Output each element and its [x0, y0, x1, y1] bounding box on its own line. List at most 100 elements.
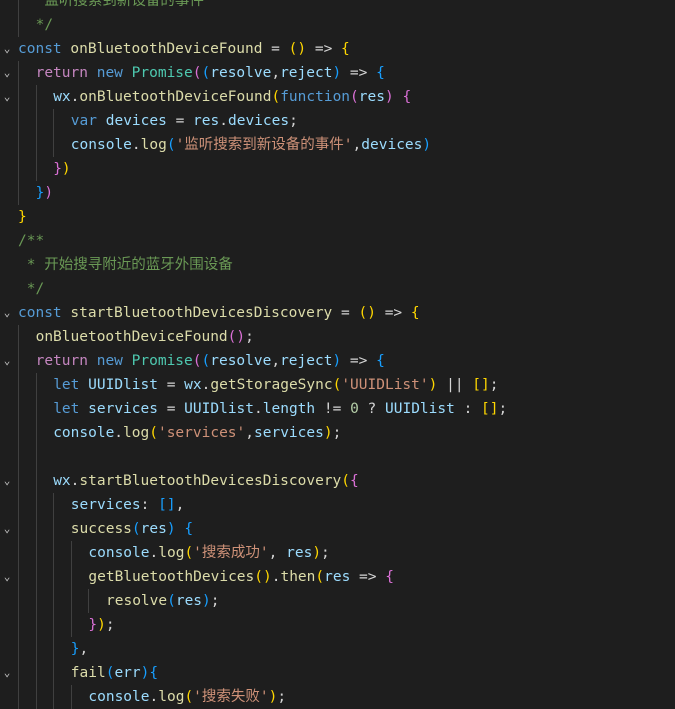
indent-guide	[18, 661, 19, 685]
code-token: let	[53, 377, 80, 393]
indent-guide	[18, 85, 19, 109]
code-token: devices	[361, 137, 423, 153]
code-line[interactable]: resolve(res);	[0, 589, 675, 613]
code-line[interactable]: })	[0, 181, 675, 205]
code-text: },	[71, 637, 88, 661]
code-line[interactable]: onBluetoothDeviceFound();	[0, 325, 675, 349]
code-text: wx.startBluetoothDevicesDiscovery({	[53, 469, 359, 493]
code-line[interactable]: ⌄ wx.startBluetoothDevicesDiscovery({	[0, 469, 675, 493]
code-line[interactable]: */	[0, 13, 675, 37]
code-token: ,	[268, 545, 287, 561]
code-token: (	[201, 65, 211, 81]
code-line[interactable]	[0, 445, 675, 469]
indent-guide	[53, 661, 55, 685]
code-line[interactable]: 监听搜索到新设备的事件	[0, 0, 675, 13]
code-token: )	[44, 185, 54, 201]
code-line[interactable]: * 开始搜寻附近的蓝牙外围设备	[0, 253, 675, 277]
code-token: (	[184, 689, 194, 705]
fold-chevron-icon[interactable]: ⌄	[0, 349, 14, 373]
indent-guide	[18, 637, 19, 661]
fold-chevron-icon[interactable]: ⌄	[0, 661, 14, 685]
code-token: =>	[375, 305, 411, 321]
code-line[interactable]: }	[0, 205, 675, 229]
code-line[interactable]: */	[0, 277, 675, 301]
indent-guide	[53, 613, 55, 637]
code-token: ;	[332, 425, 342, 441]
fold-chevron-icon[interactable]: ⌄	[0, 517, 14, 541]
code-token: function	[280, 89, 351, 105]
code-line[interactable]: ⌄ wx.onBluetoothDeviceFound(function(res)…	[0, 85, 675, 109]
fold-chevron-icon[interactable]: ⌄	[0, 85, 14, 109]
indent-guide	[18, 373, 19, 397]
fold-chevron-icon[interactable]: ⌄	[0, 61, 14, 85]
code-line[interactable]: });	[0, 613, 675, 637]
fold-chevron-icon[interactable]: ⌄	[0, 565, 14, 589]
code-text: let services = UUIDlist.length != 0 ? UU…	[53, 397, 507, 421]
fold-chevron-icon[interactable]: ⌄	[0, 301, 14, 325]
code-token: }	[18, 209, 27, 225]
indent-guide	[18, 13, 19, 37]
indent-guide	[18, 469, 19, 493]
indent-guide	[18, 589, 19, 613]
code-token: {	[410, 305, 420, 321]
indent-guide	[18, 133, 19, 157]
code-token: onBluetoothDeviceFound	[35, 329, 228, 345]
code-line[interactable]: ⌄ const onBluetoothDeviceFound = () => {	[0, 37, 675, 61]
code-line[interactable]: })	[0, 157, 675, 181]
code-token: .	[254, 401, 263, 417]
code-line[interactable]: console.log('搜索失败');	[0, 685, 675, 709]
code-token: )	[422, 137, 432, 153]
code-line[interactable]: let services = UUIDlist.length != 0 ? UU…	[0, 397, 675, 421]
code-line[interactable]: ⌄ return new Promise((resolve,reject) => …	[0, 349, 675, 373]
code-token: ;	[498, 401, 508, 417]
code-text: return new Promise((resolve,reject) => {	[36, 349, 385, 373]
code-line[interactable]: ⌄ getBluetoothDevices().then(res => {	[0, 565, 675, 589]
code-token: {	[385, 569, 394, 585]
code-token: new	[96, 65, 123, 81]
code-editor[interactable]: 监听搜索到新设备的事件 */⌄ const onBluetoothDeviceFou…	[0, 0, 675, 709]
code-token: (	[166, 137, 176, 153]
indent-guide	[70, 685, 72, 709]
code-token: .	[114, 425, 124, 441]
code-token: }	[53, 161, 62, 177]
indent-guide	[18, 445, 19, 469]
code-token: (	[201, 353, 211, 369]
code-text: onBluetoothDeviceFound();	[36, 325, 254, 349]
code-token: then	[280, 569, 316, 585]
fold-chevron-icon[interactable]: ⌄	[0, 37, 14, 61]
fold-chevron-icon[interactable]: ⌄	[0, 469, 14, 493]
code-token: console	[53, 425, 115, 441]
code-token: ,	[271, 65, 281, 81]
code-token: =	[166, 113, 194, 129]
code-token: wx	[53, 473, 71, 489]
code-token: ,	[175, 497, 185, 513]
code-line[interactable]: },	[0, 637, 675, 661]
code-token: .	[131, 137, 141, 153]
code-token: =>	[341, 65, 377, 81]
code-token: )	[97, 617, 106, 633]
code-line[interactable]: services: [],	[0, 493, 675, 517]
code-line[interactable]: console.log('搜索成功', res);	[0, 541, 675, 565]
code-token: ?	[358, 401, 385, 417]
code-line[interactable]: console.log('services',services);	[0, 421, 675, 445]
code-line[interactable]: /**	[0, 229, 675, 253]
code-token: )	[166, 521, 176, 537]
code-text: services: [],	[71, 493, 185, 517]
code-token: log	[158, 545, 185, 561]
code-token: (	[149, 425, 158, 441]
code-text: getBluetoothDevices().then(res => {	[88, 565, 394, 589]
code-token: return	[35, 353, 88, 369]
code-token: )	[332, 353, 342, 369]
code-line[interactable]: let UUIDlist = wx.getStorageSync('UUIDLi…	[0, 373, 675, 397]
code-line[interactable]: ⌄ return new Promise((resolve,reject) => …	[0, 61, 675, 85]
code-line[interactable]: var devices = res.devices;	[0, 109, 675, 133]
code-line[interactable]: console.log('监听搜索到新设备的事件',devices)	[0, 133, 675, 157]
code-line[interactable]: ⌄ success(res) {	[0, 517, 675, 541]
code-line[interactable]: ⌄ const startBluetoothDevicesDiscovery = …	[0, 301, 675, 325]
code-token: const	[18, 41, 62, 57]
code-token: UUIDlist	[88, 377, 158, 393]
code-token: ||	[437, 377, 473, 393]
code-line[interactable]: ⌄ fail(err){	[0, 661, 675, 685]
code-token: services	[88, 401, 158, 417]
code-text: success(res) {	[71, 517, 193, 541]
